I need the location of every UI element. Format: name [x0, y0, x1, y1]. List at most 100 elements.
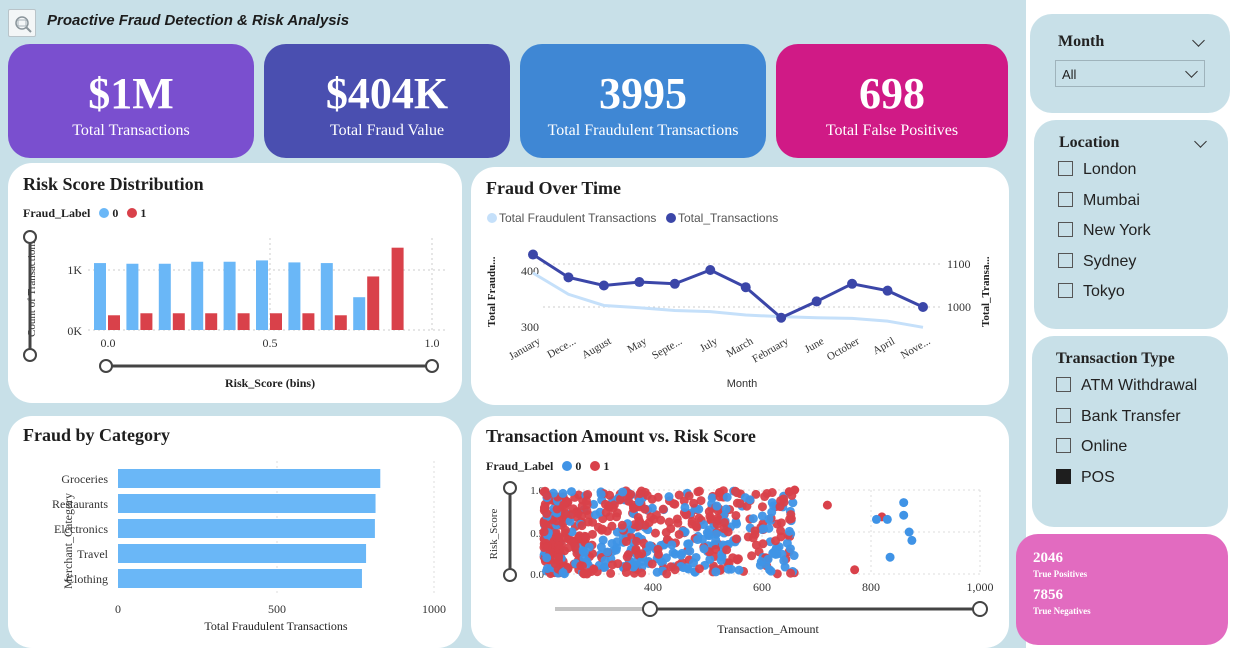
y-range-slider-handle-top[interactable]: [503, 481, 517, 495]
point-fraud: [674, 529, 684, 539]
fraud-by-category-panel[interactable]: Fraud by Category Merchant_Category Groc…: [8, 416, 462, 648]
kpi-card-false-positives[interactable]: 698 Total False Positives: [776, 44, 1008, 158]
point-fraud: [760, 492, 770, 502]
slicer-option-atm-withdrawal[interactable]: ATM Withdrawal: [1056, 377, 1197, 395]
checkbox[interactable]: [1058, 283, 1073, 298]
point-fraud: [747, 551, 757, 561]
kpi-label: Total Fraud Value: [329, 122, 445, 139]
slicer-option-tokyo[interactable]: Tokyo: [1058, 283, 1125, 301]
point-nonfraud: [711, 567, 721, 577]
point-fraud: [758, 539, 768, 549]
slicer-option-mumbai[interactable]: Mumbai: [1058, 192, 1140, 210]
point-label-0: [871, 514, 881, 524]
point-nonfraud: [558, 568, 568, 578]
checkbox[interactable]: [1058, 253, 1073, 268]
fraud-by-category-chart: Merchant_Category GroceriesRestaurantsEl…: [52, 461, 446, 633]
point-fraud: [670, 565, 680, 575]
slicer-option-pos[interactable]: POS: [1056, 469, 1115, 487]
point-nonfraud: [764, 514, 774, 524]
amount-vs-risk-panel[interactable]: Transaction Amount vs. Risk Score Fraud_…: [471, 416, 1009, 648]
page-title: Proactive Fraud Detection & Risk Analysi…: [47, 12, 350, 29]
x-tick-label: January: [507, 335, 543, 363]
kpi-card-total-transactions[interactable]: $1M Total Transactions: [8, 44, 254, 158]
bar-1-0.9: [391, 247, 404, 330]
point-nonfraud: [712, 501, 722, 511]
x-tick-label: August: [580, 335, 614, 361]
point-fraud: [628, 503, 638, 513]
point-nonfraud: [721, 504, 731, 514]
risk-score-panel[interactable]: Risk Score Distribution Fraud_Label 0 1 …: [8, 163, 462, 403]
point-fraud: [560, 525, 570, 535]
report-canvas: Proactive Fraud Detection & Risk Analysi…: [0, 0, 1026, 648]
checkbox[interactable]: [1056, 408, 1071, 423]
x-range-slider-handle-right[interactable]: [972, 601, 988, 617]
point-fraud: [723, 527, 733, 537]
x-tick-label: October: [825, 335, 862, 363]
option-label: Mumbai: [1083, 192, 1140, 209]
slicer-title: Transaction Type: [1056, 350, 1175, 367]
slicer-option-bank-transfer[interactable]: Bank Transfer: [1056, 408, 1181, 426]
slicer-option-london[interactable]: London: [1058, 161, 1136, 179]
location-slicer[interactable]: Location London Mumbai New York Sydney T…: [1034, 120, 1228, 329]
category-label: Clothing: [66, 572, 108, 586]
point-label-0: [885, 552, 895, 562]
point-nonfraud: [567, 487, 577, 497]
point-fraud: [617, 520, 627, 530]
point-fraud: [662, 569, 672, 579]
point-fraud: [635, 489, 645, 499]
bar-1-0.8: [367, 276, 380, 330]
point-fraud: [750, 526, 760, 536]
x-tick-label: Nove...: [899, 335, 933, 362]
point-total-transactions: [634, 277, 645, 288]
bar-electronics: [118, 519, 375, 538]
point-label-1: [784, 487, 794, 497]
option-label: Bank Transfer: [1081, 408, 1181, 425]
point-fraud: [694, 486, 704, 496]
point-fraud: [757, 502, 767, 512]
checkbox[interactable]: [1058, 161, 1073, 176]
point-fraud: [606, 568, 616, 578]
point-nonfraud: [578, 546, 588, 556]
point-fraud: [658, 504, 668, 514]
bar-0-0.0: [94, 263, 106, 330]
x-tick-label: 800: [862, 580, 880, 594]
slicer-option-online[interactable]: Online: [1056, 438, 1127, 456]
kpi-card-fraudulent-transactions[interactable]: 3995 Total Fraudulent Transactions: [520, 44, 766, 158]
point-fraud: [583, 568, 593, 578]
bar-groceries: [118, 469, 381, 488]
fraud-over-time-panel[interactable]: Fraud Over Time Total Fraudulent Transac…: [471, 167, 1009, 405]
confusion-metrics-card[interactable]: 2046 True Positives 7856 True Negatives: [1016, 534, 1228, 645]
point-total-transactions: [669, 278, 680, 289]
y-range-slider-handle-bottom[interactable]: [23, 348, 37, 362]
bar-travel: [118, 544, 367, 563]
checkbox[interactable]: [1058, 222, 1073, 237]
point-fraud: [786, 510, 796, 520]
checkbox-checked[interactable]: [1056, 469, 1071, 484]
point-fraud: [607, 560, 617, 570]
x-range-slider-handle-left[interactable]: [642, 601, 658, 617]
point-nonfraud: [764, 523, 774, 533]
y-range-slider-handle-bottom[interactable]: [503, 568, 517, 582]
x-tick-label: 0.0: [101, 336, 116, 350]
chevron-down-icon[interactable]: [1194, 135, 1207, 148]
x-range-slider-handle-right[interactable]: [425, 359, 439, 373]
slicer-option-new-york[interactable]: New York: [1058, 222, 1151, 240]
chevron-down-icon[interactable]: [1192, 34, 1205, 47]
point-fraud: [539, 527, 549, 537]
month-dropdown[interactable]: All: [1055, 60, 1205, 87]
checkbox[interactable]: [1056, 377, 1071, 392]
transaction-type-slicer[interactable]: Transaction Type ATM Withdrawal Bank Tra…: [1032, 336, 1228, 527]
x-range-slider-handle-left[interactable]: [99, 359, 113, 373]
kpi-card-total-fraud-value[interactable]: $404K Total Fraud Value: [264, 44, 510, 158]
y-range-slider-handle-top[interactable]: [23, 230, 37, 244]
option-label: Tokyo: [1083, 283, 1125, 300]
slicer-option-sydney[interactable]: Sydney: [1058, 253, 1136, 271]
legend-label-transactions: Total_Transactions: [678, 211, 778, 225]
y-tick-label-left: 300: [521, 320, 539, 334]
month-slicer[interactable]: Month All: [1030, 14, 1230, 113]
checkbox[interactable]: [1056, 438, 1071, 453]
point-nonfraud: [645, 541, 655, 551]
checkbox[interactable]: [1058, 192, 1073, 207]
point-nonfraud: [558, 488, 568, 498]
category-label: Electronics: [54, 522, 108, 536]
